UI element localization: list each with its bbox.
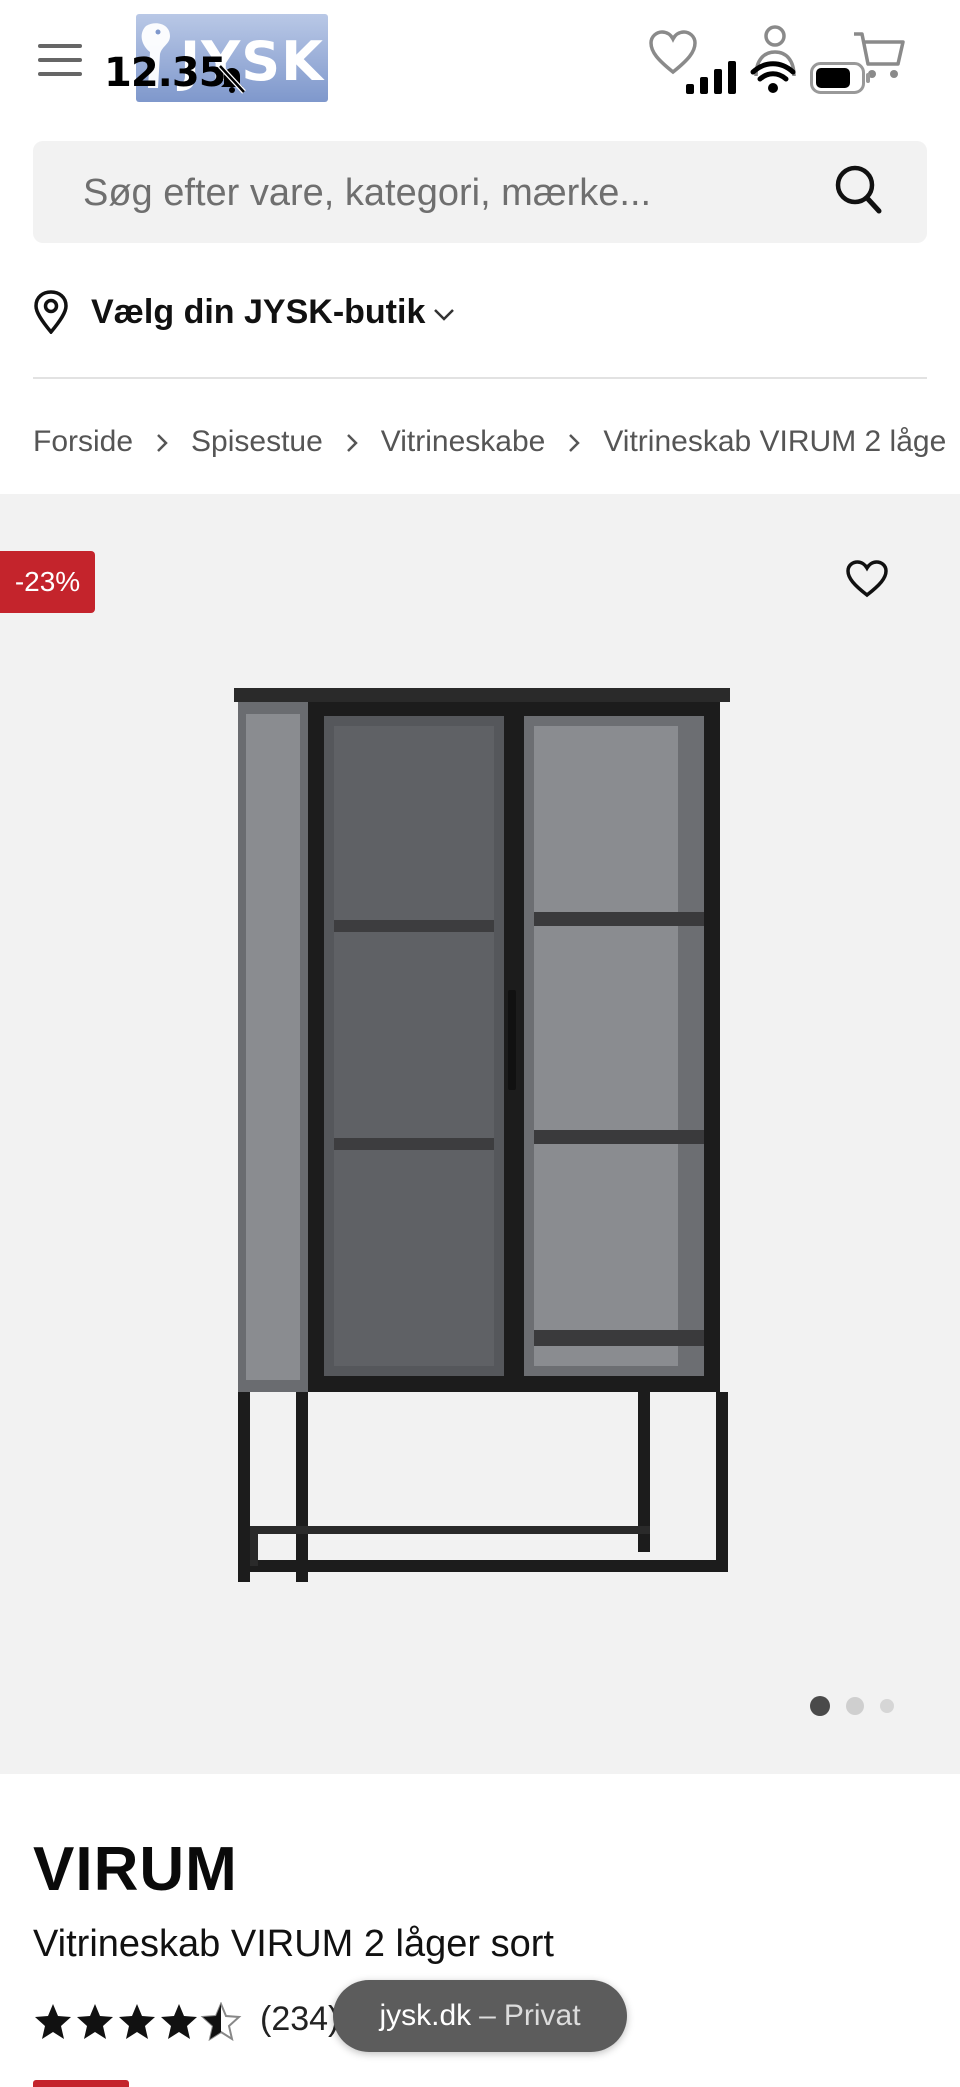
- star-rating-icon: [35, 2003, 240, 2040]
- chevron-right-icon: [545, 425, 603, 459]
- product-brand: VIRUM: [33, 1835, 238, 1904]
- product-image[interactable]: [220, 680, 740, 1600]
- gallery-pagination[interactable]: [810, 1696, 910, 1716]
- browser-mode: Privat: [503, 1999, 581, 2032]
- battery-icon: [810, 62, 870, 94]
- chevron-right-icon: [323, 425, 381, 459]
- breadcrumb-item-vitrineskabe[interactable]: Vitrineskabe: [381, 425, 546, 459]
- browser-address-pill[interactable]: jysk.dk – Privat: [333, 1980, 627, 2052]
- gallery-dot-active[interactable]: [810, 1696, 830, 1716]
- browser-separator: –: [479, 1999, 496, 2032]
- bell-muted-icon: [218, 64, 246, 94]
- divider: [33, 377, 927, 379]
- search-input[interactable]: [81, 167, 805, 219]
- add-to-wishlist-heart-icon[interactable]: [846, 560, 888, 598]
- store-picker[interactable]: Vælg din JYSK-butik: [33, 284, 455, 340]
- price-badge: [33, 2080, 129, 2087]
- cellular-signal-icon: [686, 61, 736, 94]
- breadcrumb-item-current: Vitrineskab VIRUM 2 låge: [603, 425, 947, 458]
- browser-domain: jysk.dk: [379, 1999, 472, 2032]
- wifi-icon: [750, 61, 796, 93]
- location-pin-icon: [34, 290, 68, 334]
- discount-badge: -23%: [0, 551, 95, 613]
- product-name: Vitrineskab VIRUM 2 låger sort: [33, 1923, 554, 1965]
- gallery-dot[interactable]: [846, 1697, 864, 1715]
- chevron-down-icon: [434, 309, 455, 321]
- search-icon[interactable]: [833, 163, 883, 217]
- gallery-dot[interactable]: [880, 1699, 894, 1713]
- breadcrumb-item-spisestue[interactable]: Spisestue: [191, 425, 323, 459]
- store-picker-label: Vælg din JYSK-butik: [91, 292, 426, 331]
- review-count[interactable]: (234): [260, 2000, 339, 2039]
- chevron-right-icon: [133, 425, 191, 459]
- search-bar[interactable]: [33, 141, 927, 243]
- breadcrumb-item-forside[interactable]: Forside: [33, 425, 133, 459]
- rating-stars[interactable]: [33, 2002, 243, 2042]
- breadcrumb: Forside Spisestue Vitrineskabe Vitrinesk…: [33, 422, 946, 462]
- status-time: 12.35: [104, 50, 227, 96]
- menu-icon[interactable]: [38, 40, 84, 80]
